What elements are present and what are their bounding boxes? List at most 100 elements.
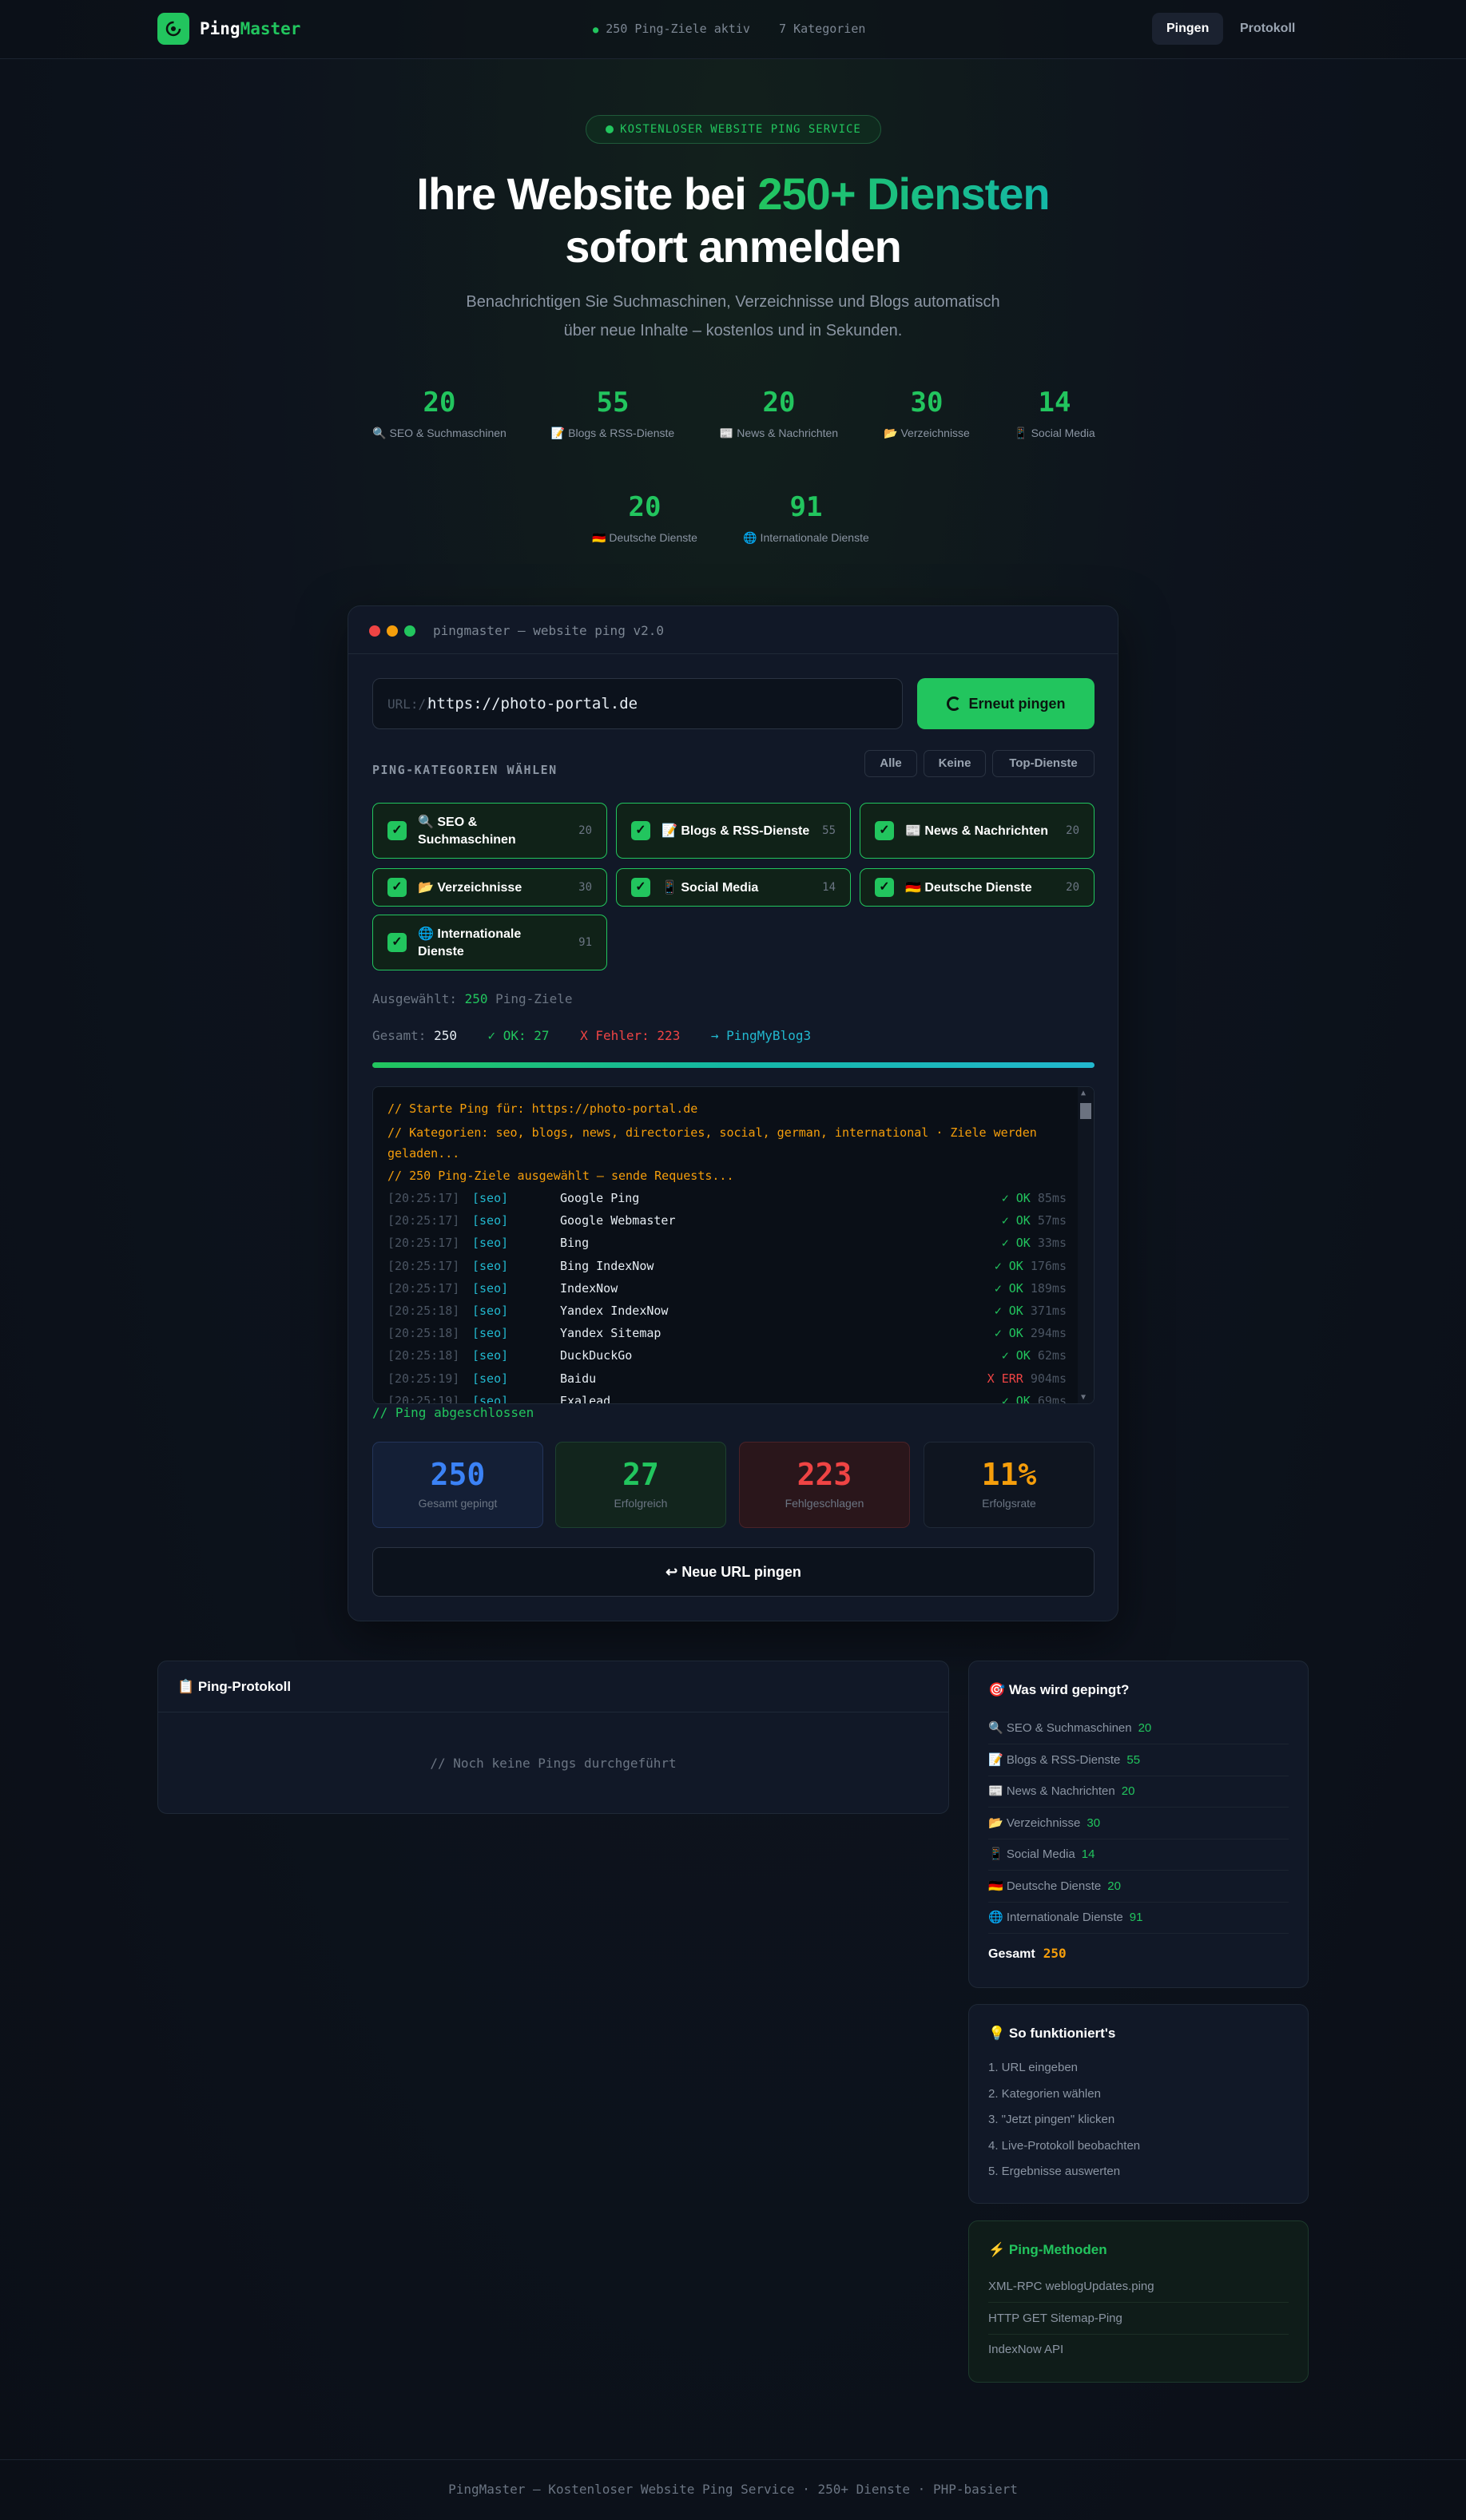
what-item: 🔍 SEO & Suchmaschinen 20: [988, 1712, 1289, 1744]
card-failed: 223 Fehlgeschlagen: [739, 1442, 910, 1528]
top-nav: PingMaster ● 250 Ping-Ziele aktiv 7 Kate…: [0, 0, 1466, 59]
url-input[interactable]: URL:// https://photo-portal.de: [372, 678, 903, 729]
progress-fill: [372, 1062, 1095, 1068]
hero-title-highlight: 250+ Diensten: [757, 169, 1050, 219]
checkbox-checked-icon[interactable]: ✓: [875, 878, 894, 897]
log-target: Bing IndexNow: [560, 1258, 654, 1273]
category-name-line: 🔍 SEO &: [418, 816, 478, 829]
category-german[interactable]: ✓ 🇩🇪 Deutsche Dienste 20: [860, 868, 1095, 907]
category-count: 30: [578, 881, 592, 894]
log-status: ✓ OK 371ms: [995, 1304, 1067, 1318]
what-item-count: 91: [1129, 1911, 1143, 1924]
how-step: 1. URL eingeben: [988, 2061, 1079, 2074]
log-status: X ERR 904ms: [987, 1371, 1067, 1386]
log-status: ✓ OK 57ms: [1002, 1213, 1067, 1228]
close-dot-icon: [369, 625, 380, 637]
error-count: X Fehler: 223: [580, 1028, 681, 1043]
log-duration: 294ms: [1030, 1326, 1067, 1341]
log-target: DuckDuckGo: [560, 1348, 633, 1363]
stat-label: 📂 Verzeichnisse: [884, 427, 970, 439]
scroll-up-icon[interactable]: ▲: [1081, 1089, 1086, 1097]
category-name-line: Suchmaschinen: [418, 833, 516, 847]
stat-directories: 30 📂 Verzeichnisse: [851, 387, 1003, 440]
what-item-count: 20: [1107, 1879, 1121, 1893]
select-none-button[interactable]: Keine: [924, 750, 986, 777]
what-item-count: 30: [1087, 1816, 1101, 1830]
stat-social: 14 📱 Social Media: [991, 387, 1118, 440]
stat-num: 20: [628, 491, 661, 523]
checkbox-checked-icon[interactable]: ✓: [387, 933, 407, 952]
nav-ping-button[interactable]: Pingen: [1152, 13, 1224, 45]
maximize-dot-icon: [404, 625, 415, 637]
what-title: 🎯 Was wird gepingt?: [988, 1682, 1130, 1697]
category-blogs[interactable]: ✓ 📝 Blogs & RSS-Dienste 55: [616, 803, 851, 859]
footer: PingMaster — Kostenloser Website Ping Se…: [0, 2459, 1466, 2520]
checkbox-checked-icon[interactable]: ✓: [631, 878, 650, 897]
method-item: IndexNow API: [988, 2343, 1064, 2356]
log-time: [20:25:17]: [387, 1258, 460, 1273]
category-name: 🌐 Internationale Dienste: [418, 926, 521, 961]
category-count: 20: [578, 824, 592, 837]
log-duration: 189ms: [1030, 1280, 1067, 1296]
checkbox-checked-icon[interactable]: ✓: [387, 878, 407, 897]
stat-label: 🇩🇪 Deutsche Dienste: [592, 531, 697, 544]
select-all-button[interactable]: Alle: [864, 750, 917, 777]
url-value[interactable]: https://photo-portal.de: [427, 695, 638, 712]
log-duration: 371ms: [1030, 1304, 1067, 1318]
log-duration: 85ms: [1037, 1191, 1067, 1205]
log-status-text: ✓ OK: [994, 1258, 1023, 1273]
category-name: 📰 News & Nachrichten: [905, 824, 1049, 838]
what-total: Gesamt 250: [988, 1946, 1067, 1962]
log-row: [20:25:17] [seo] Google Ping ✓ OK 85ms: [387, 1191, 1067, 1208]
log-status: ✓ OK 69ms: [1002, 1394, 1067, 1403]
category-directories[interactable]: ✓ 📂 Verzeichnisse 30: [372, 868, 607, 907]
what-item-count: 20: [1138, 1721, 1152, 1735]
scroll-down-icon[interactable]: ▼: [1081, 1393, 1086, 1402]
category-name: 📱 Social Media: [661, 881, 759, 895]
category-social[interactable]: ✓ 📱 Social Media 14: [616, 868, 851, 907]
log-category: [seo]: [472, 1280, 509, 1296]
log-scrollbar[interactable]: ▲ ▼: [1078, 1087, 1094, 1403]
log-duration: 57ms: [1037, 1213, 1067, 1228]
panel-title: pingmaster — website ping v2.0: [433, 623, 664, 638]
card-num: 27: [622, 1457, 659, 1492]
checkbox-checked-icon[interactable]: ✓: [387, 821, 407, 840]
selected-count: 250: [464, 991, 488, 1006]
log-status: ✓ OK 33ms: [1002, 1236, 1067, 1250]
scroll-thumb[interactable]: [1080, 1103, 1091, 1119]
what-item: 🇩🇪 Deutsche Dienste 20: [988, 1871, 1289, 1903]
what-item-label: 📂 Verzeichnisse: [988, 1816, 1081, 1830]
logo-text[interactable]: PingMaster: [200, 19, 300, 38]
hero-subtitle-1: Benachrichtigen Sie Suchmaschinen, Verze…: [466, 293, 1000, 311]
category-international[interactable]: ✓ 🌐 Internationale Dienste 91: [372, 915, 607, 970]
category-news[interactable]: ✓ 📰 News & Nachrichten 20: [860, 803, 1095, 859]
protocol-header: 📋 Ping-Protokoll: [158, 1661, 948, 1712]
what-total-label: Gesamt: [988, 1947, 1035, 1961]
logo-icon[interactable]: [157, 13, 189, 45]
select-top-button[interactable]: Top-Dienste: [992, 750, 1095, 777]
log-time: [20:25:17]: [387, 1191, 460, 1205]
methods-title: ⚡ Ping-Methoden: [988, 2242, 1107, 2257]
log-status-text: ✓ OK: [994, 1280, 1023, 1296]
what-item-label: 🔍 SEO & Suchmaschinen: [988, 1721, 1132, 1735]
category-seo[interactable]: ✓ 🔍 SEO & Suchmaschinen 20: [372, 803, 607, 859]
total-label: Gesamt:: [372, 1028, 435, 1043]
hero-badge-text: KOSTENLOSER WEBSITE PING SERVICE: [620, 123, 861, 136]
ping-again-button[interactable]: Erneut pingen: [917, 678, 1095, 729]
nav-protokoll-button[interactable]: Protokoll: [1226, 13, 1309, 45]
protocol-title: 📋 Ping-Protokoll: [177, 1679, 292, 1694]
log-row: [20:25:17] [seo] IndexNow ✓ OK 189ms: [387, 1281, 1067, 1299]
new-url-button[interactable]: ↩ Neue URL pingen: [372, 1547, 1095, 1597]
log-time: [20:25:17]: [387, 1213, 460, 1228]
log-target: Yandex Sitemap: [560, 1326, 661, 1341]
selected-summary: Ausgewählt: 250 Ping-Ziele: [372, 991, 572, 1006]
hero-title-a: Ihre Website bei: [416, 169, 758, 219]
checkbox-checked-icon[interactable]: ✓: [631, 821, 650, 840]
card-label: Gesamt gepingt: [418, 1497, 498, 1510]
category-count: 91: [578, 936, 592, 949]
card-label: Fehlgeschlagen: [785, 1497, 864, 1510]
log-target: Google Ping: [560, 1191, 640, 1205]
live-log[interactable]: // Starte Ping für: https://photo-portal…: [372, 1086, 1095, 1404]
log-row: [20:25:18] [seo] Yandex Sitemap ✓ OK 294ms: [387, 1326, 1067, 1343]
checkbox-checked-icon[interactable]: ✓: [875, 821, 894, 840]
